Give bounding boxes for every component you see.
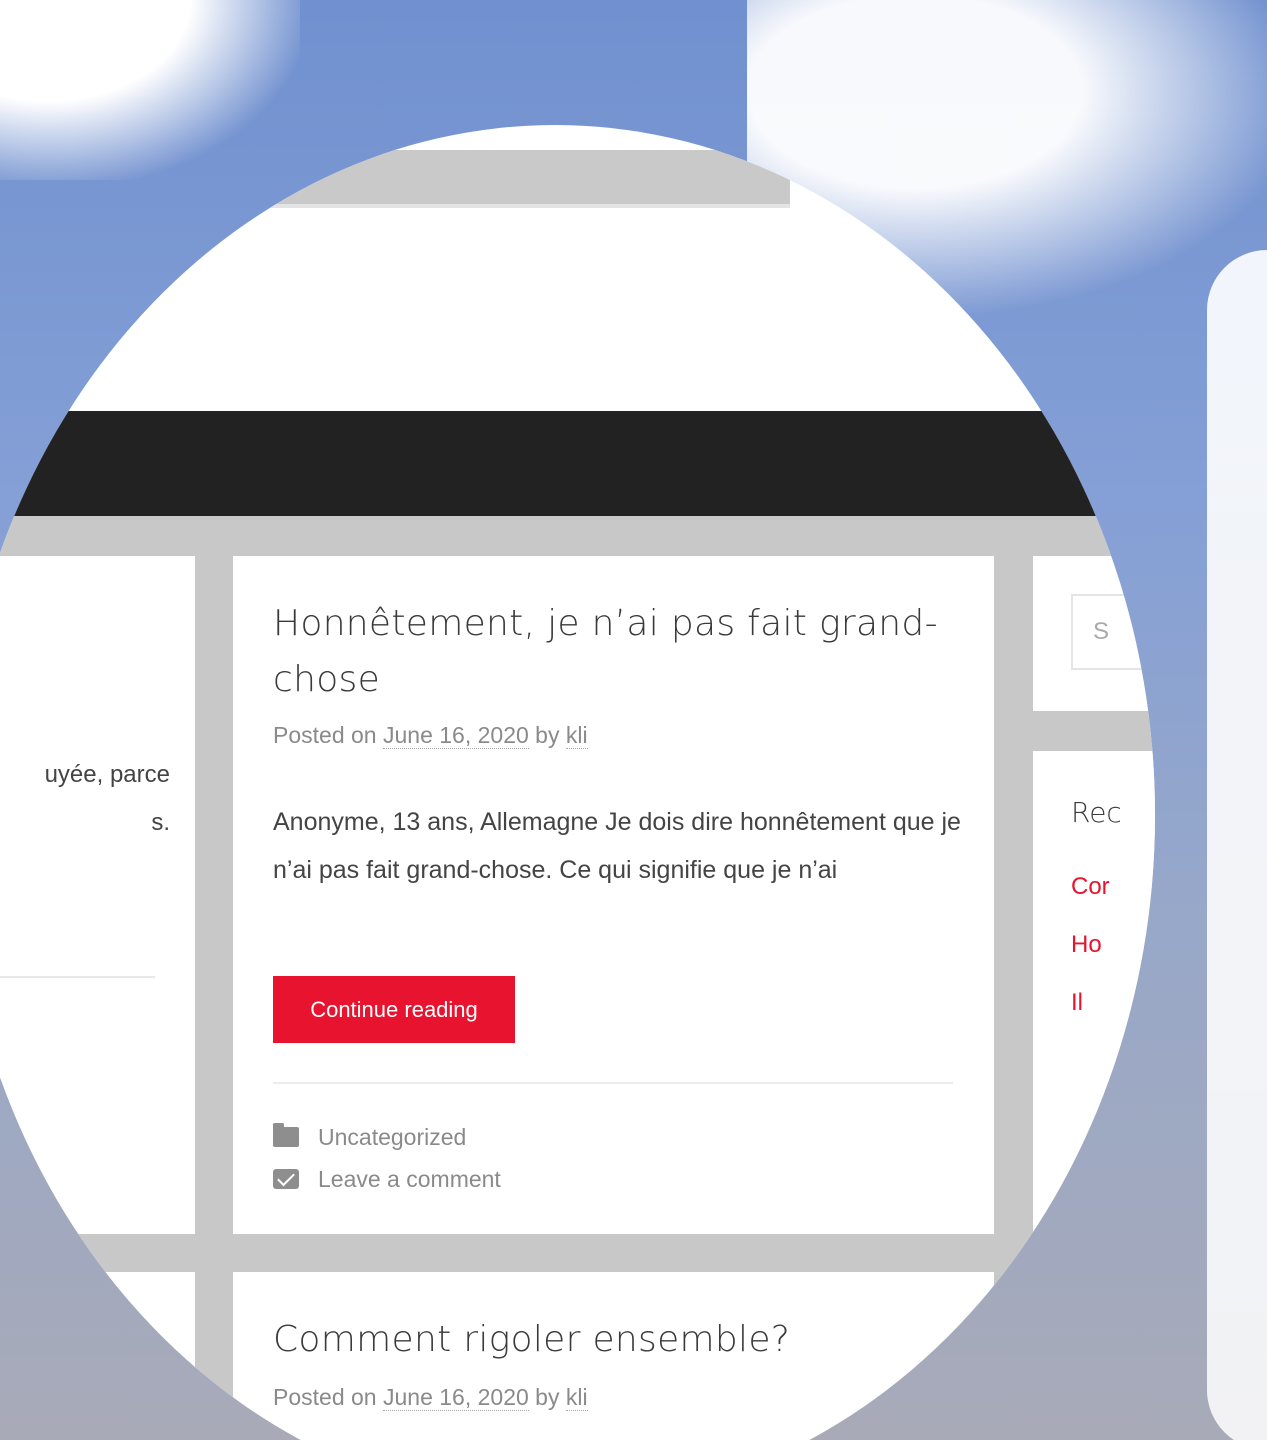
post-card: Comment rigoler ensemble? Posted on June… [233, 1272, 994, 1440]
decorative-splash [1207, 250, 1267, 1440]
search-input[interactable]: S [1071, 594, 1155, 670]
folder-icon [273, 1123, 299, 1147]
recent-posts-list: Cor Ho Il [1071, 873, 1110, 1047]
search-widget: S [1033, 556, 1155, 711]
excerpt-line: uyée, parce [44, 761, 170, 788]
recent-posts-widget: Rec Cor Ho Il [1033, 751, 1155, 1440]
post-title[interactable]: Honnêtement, je n’ai pas fait grand-chos… [273, 596, 963, 708]
post-excerpt: Anonyme, 13 ans, Allemagne Je dois dire … [273, 808, 961, 884]
post-excerpt: uyée, parce s. [0, 751, 170, 847]
site-header [0, 411, 1155, 516]
author-link[interactable]: kli [565, 722, 588, 749]
post-footer: Uncategorized Leave a comment [273, 1116, 501, 1200]
post-date-link[interactable]: June 16, 2020 [382, 722, 529, 749]
recent-post-link[interactable]: Il [1071, 989, 1110, 1047]
meta-by: by [535, 1384, 560, 1410]
zoom-lens: uyée, parce s. ¬ Honnêtement, je n’ai pa… [0, 125, 1155, 1440]
meta-by: by [535, 722, 560, 748]
previous-post-card: ¬ [0, 1272, 195, 1440]
recent-post-link[interactable]: Cor [1071, 873, 1110, 931]
continue-reading-button[interactable]: Continue reading [273, 976, 515, 1043]
text-fragment: ¬ [88, 1322, 100, 1344]
divider [273, 1082, 953, 1084]
meta-prefix: Posted on [273, 722, 377, 748]
previous-post-card: uyée, parce s. [0, 556, 195, 1234]
divider [0, 976, 155, 978]
post-meta: Posted on June 16, 2020 by kli [273, 1384, 588, 1411]
category-link[interactable]: Uncategorized [318, 1124, 466, 1151]
leave-comment-link[interactable]: Leave a comment [318, 1166, 501, 1193]
browser-toolbar-strip [150, 150, 790, 208]
widget-title: Rec [1071, 796, 1122, 829]
recent-post-link[interactable]: Ho [1071, 931, 1110, 989]
post-meta: Posted on June 16, 2020 by kli [273, 722, 588, 749]
envelope-icon [273, 1169, 299, 1189]
post-date-link[interactable]: June 16, 2020 [382, 1384, 529, 1411]
post-card: Honnêtement, je n’ai pas fait grand-chos… [233, 556, 994, 1234]
author-link[interactable]: kli [565, 1384, 588, 1411]
excerpt-line: s. [151, 809, 170, 836]
meta-prefix: Posted on [273, 1384, 377, 1410]
post-title[interactable]: Comment rigoler ensemble? [273, 1312, 963, 1368]
